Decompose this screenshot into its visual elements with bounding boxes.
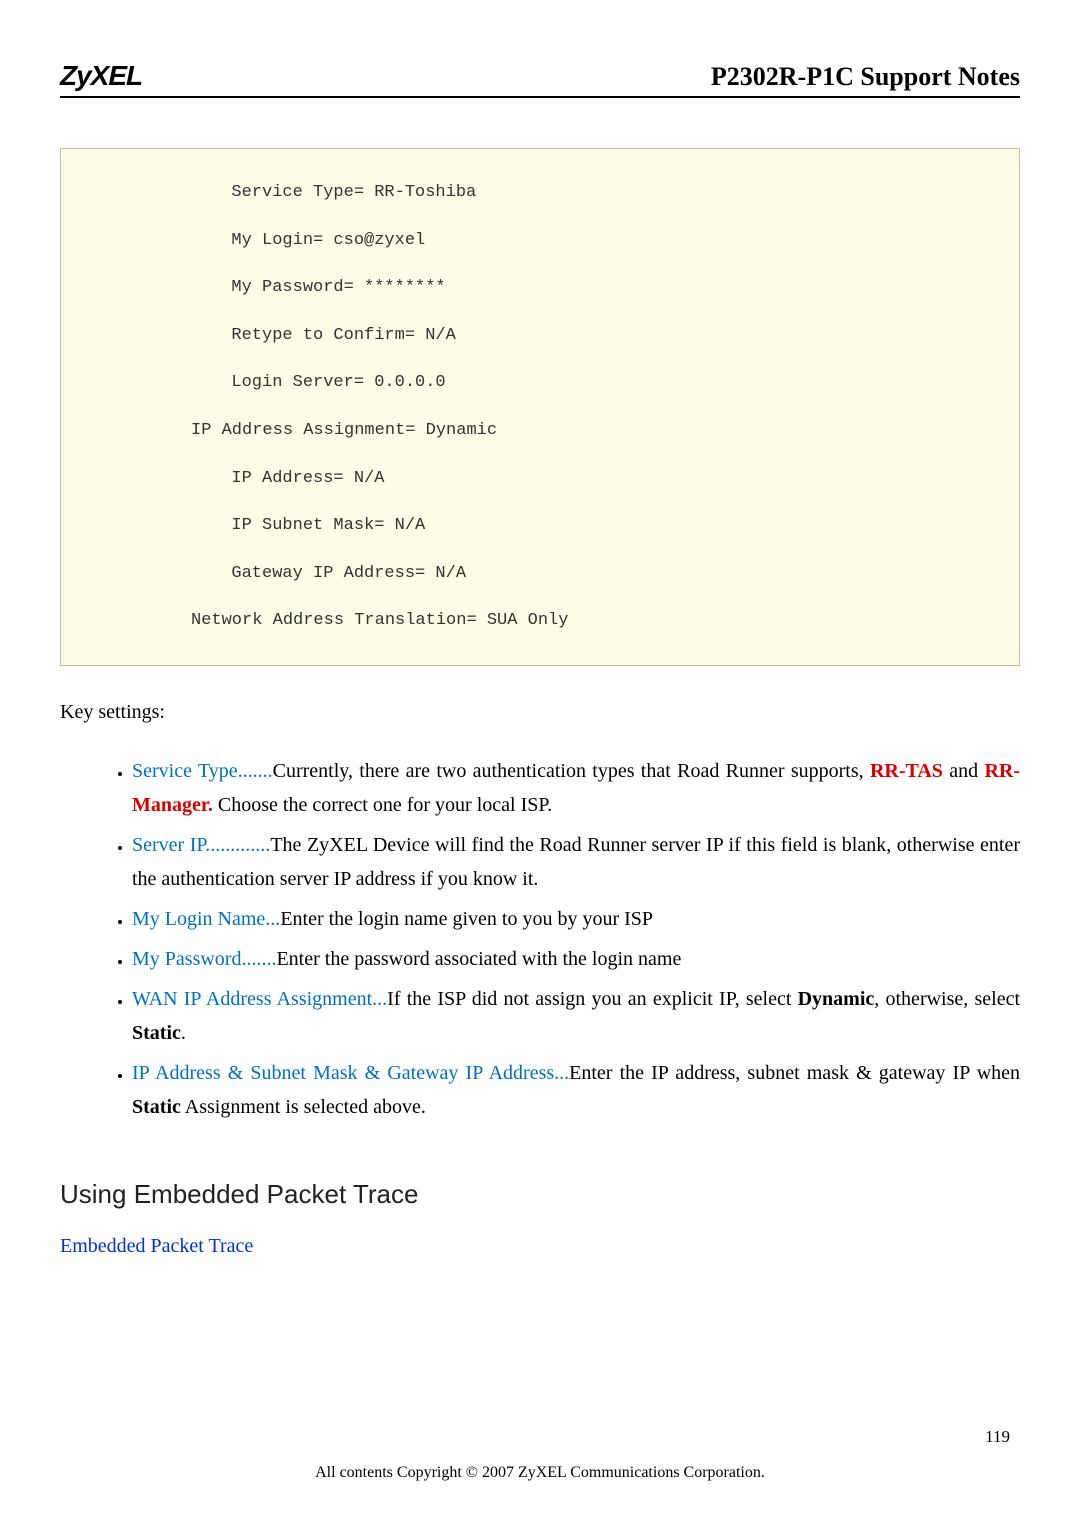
setting-red: RR-TAS bbox=[870, 760, 943, 782]
setting-bold: Static bbox=[132, 1022, 181, 1044]
setting-text: If the ISP did not assign you an explici… bbox=[387, 988, 797, 1010]
setting-text: Enter the login name given to you by you… bbox=[280, 908, 653, 930]
logo-text: ZyXEL bbox=[60, 60, 142, 92]
settings-list: Service Type.......Currently, there are … bbox=[60, 754, 1020, 1124]
setting-text: Enter the password associated with the l… bbox=[276, 948, 681, 970]
setting-text: , otherwise, select bbox=[874, 988, 1020, 1010]
code-line: Gateway IP Address= N/A bbox=[211, 550, 1009, 598]
code-line: Network Address Translation= SUA Only bbox=[191, 597, 1009, 645]
setting-label: My Password....... bbox=[132, 948, 276, 970]
code-line: My Password= ******** bbox=[211, 264, 1009, 312]
setting-label: WAN IP Address Assignment... bbox=[132, 988, 387, 1010]
section-heading: Using Embedded Packet Trace bbox=[60, 1179, 1020, 1210]
list-item: WAN IP Address Assignment...If the ISP d… bbox=[132, 982, 1020, 1050]
code-line: My Login= cso@zyxel bbox=[211, 217, 1009, 265]
setting-label: Service Type....... bbox=[132, 760, 273, 782]
code-line: IP Subnet Mask= N/A bbox=[211, 502, 1009, 550]
page-header: ZyXEL P2302R-P1C Support Notes bbox=[60, 60, 1020, 98]
code-line: Login Server= 0.0.0.0 bbox=[211, 359, 1009, 407]
setting-bold: Static bbox=[132, 1096, 181, 1118]
list-item: Server IP.............The ZyXEL Device w… bbox=[132, 828, 1020, 896]
list-item: Service Type.......Currently, there are … bbox=[132, 754, 1020, 822]
footer-copyright: All contents Copyright © 2007 ZyXEL Comm… bbox=[0, 1464, 1080, 1482]
setting-label: Server IP............. bbox=[132, 834, 270, 856]
code-line: Retype to Confirm= N/A bbox=[211, 312, 1009, 360]
list-item: My Login Name...Enter the login name giv… bbox=[132, 902, 1020, 936]
list-item: My Password.......Enter the password ass… bbox=[132, 942, 1020, 976]
page-number: 119 bbox=[985, 1427, 1010, 1447]
setting-label: My Login Name... bbox=[132, 908, 280, 930]
list-item: IP Address & Subnet Mask & Gateway IP Ad… bbox=[132, 1056, 1020, 1124]
code-line: IP Address= N/A bbox=[211, 455, 1009, 503]
document-page: ZyXEL P2302R-P1C Support Notes Service T… bbox=[0, 0, 1080, 1527]
header-title: P2302R-P1C Support Notes bbox=[711, 62, 1020, 92]
setting-text: and bbox=[943, 760, 985, 782]
setting-text: Currently, there are two authentication … bbox=[273, 760, 870, 782]
code-line: IP Address Assignment= Dynamic bbox=[191, 407, 1009, 455]
setting-text: . bbox=[181, 1022, 186, 1044]
setting-bold: Dynamic bbox=[798, 988, 875, 1010]
setting-text: Assignment is selected above. bbox=[181, 1096, 426, 1118]
setting-text: Enter the IP address, subnet mask & gate… bbox=[569, 1062, 1020, 1084]
config-code-block: Service Type= RR-Toshiba My Login= cso@z… bbox=[60, 148, 1020, 666]
setting-label: IP Address & Subnet Mask & Gateway IP Ad… bbox=[132, 1062, 569, 1084]
key-settings-label: Key settings: bbox=[60, 701, 1020, 724]
setting-text: Choose the correct one for your local IS… bbox=[213, 794, 552, 816]
code-line: Service Type= RR-Toshiba bbox=[211, 169, 1009, 217]
section-sub-link[interactable]: Embedded Packet Trace bbox=[60, 1235, 1020, 1258]
